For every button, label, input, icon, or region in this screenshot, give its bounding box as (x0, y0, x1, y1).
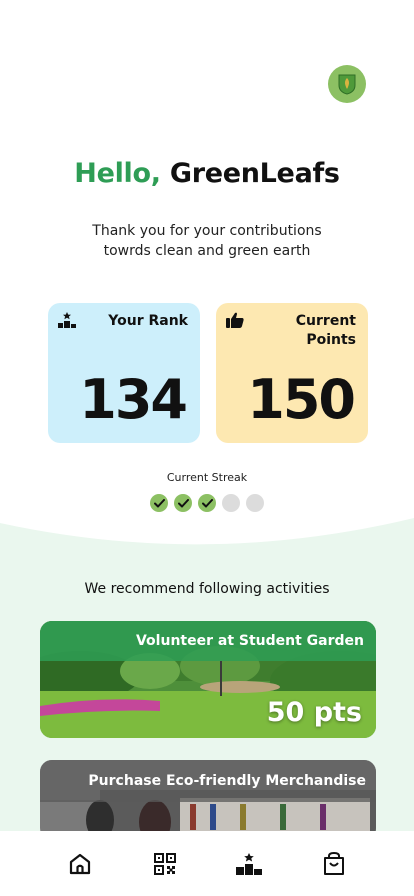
streak-day-pending (222, 494, 240, 512)
streak-label: Current Streak (166, 471, 248, 484)
thumbs-up-icon (226, 312, 244, 328)
rank-label: Your Rank (108, 313, 188, 329)
greeting-hello: Hello, (74, 158, 161, 189)
greeting-subtitle: Thank you for your contributions towrds … (57, 221, 357, 261)
check-icon (153, 498, 165, 507)
rank-value: 134 (79, 368, 188, 431)
podium-icon (58, 312, 76, 328)
streak-day-complete (150, 494, 168, 512)
nav-home[interactable] (67, 851, 93, 877)
nav-leaderboard[interactable] (236, 851, 263, 877)
points-label-line-1: Current (295, 313, 356, 329)
activity-points: 50 pts (266, 697, 362, 728)
streak-day-complete (198, 494, 216, 512)
rank-card[interactable]: Your Rank 134 (48, 303, 200, 443)
leaderboard-icon (236, 852, 263, 875)
streak-day-pending (246, 494, 264, 512)
check-icon (201, 498, 213, 507)
subtitle-line-2: towrds clean and green earth (103, 243, 311, 259)
streak-indicator (150, 494, 264, 512)
profile-avatar[interactable] (328, 65, 366, 103)
greeting-username: GreenLeafs (169, 158, 340, 189)
activity-card-merchandise[interactable]: Purchase Eco-friendly Merchandise (40, 760, 376, 840)
greeting-title: Hello, GreenLeafs (0, 158, 414, 189)
activity-title: Volunteer at Student Garden (40, 621, 376, 661)
home-icon (70, 853, 91, 874)
points-label: Current Points (276, 312, 356, 350)
points-value: 150 (247, 368, 356, 431)
nav-scan[interactable] (152, 851, 178, 877)
points-card[interactable]: Current Points 150 (216, 303, 368, 443)
check-icon (177, 498, 189, 507)
streak-day-complete (174, 494, 192, 512)
recommendations-title: We recommend following activities (84, 581, 330, 597)
leaf-shield-icon (338, 74, 356, 95)
activity-card-garden[interactable]: Volunteer at Student Garden 50 pts (40, 621, 376, 738)
subtitle-line-1: Thank you for your contributions (92, 223, 322, 239)
activity-title: Purchase Eco-friendly Merchandise (40, 760, 376, 802)
shopping-bag-icon (323, 851, 344, 875)
nav-shop[interactable] (321, 851, 347, 877)
qr-code-icon (153, 852, 176, 875)
points-label-line-2: Points (306, 332, 356, 348)
bottom-navigation (0, 831, 414, 896)
